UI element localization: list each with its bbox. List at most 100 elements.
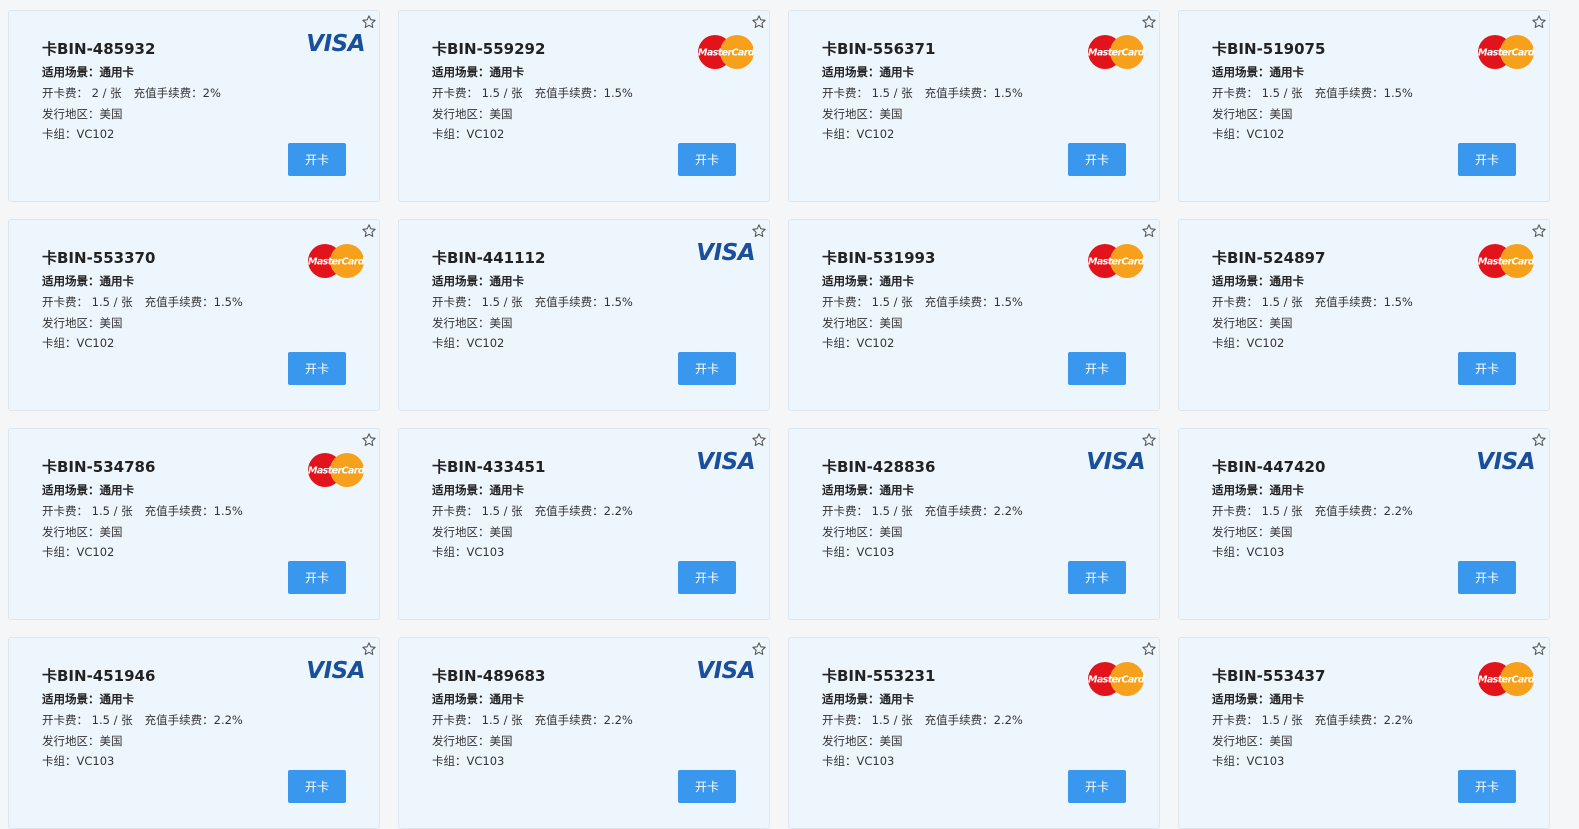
card-bin-item: 卡BIN-553231 MasterCard 适用场景：通用卡 开卡费： 1.5… [788, 637, 1160, 829]
fee-label: 开卡费： [1212, 295, 1258, 309]
region-line: 发行地区：美国 [432, 315, 513, 331]
star-icon[interactable] [751, 432, 767, 448]
star-icon[interactable] [361, 641, 377, 657]
fee-value: 1.5 / 张 [91, 504, 133, 518]
recharge-label: 充值手续费： [1314, 504, 1384, 518]
scene-label: 适用场景： [42, 483, 100, 497]
region-value: 美国 [99, 316, 123, 330]
scene-value: 通用卡 [99, 692, 135, 706]
scene-line: 适用场景：通用卡 [432, 273, 524, 289]
open-card-button[interactable]: 开卡 [1458, 561, 1516, 594]
svg-text:MasterCard: MasterCard [308, 466, 365, 477]
fee-line: 开卡费： 1.5 / 张充值手续费：2.2% [42, 712, 243, 728]
group-label: 卡组： [1212, 545, 1247, 559]
star-icon[interactable] [361, 432, 377, 448]
fee-label: 开卡费： [432, 713, 478, 727]
scene-value: 通用卡 [879, 692, 915, 706]
card-bin-title: 卡BIN-524897 [1212, 249, 1326, 267]
region-line: 发行地区：美国 [822, 524, 903, 540]
scene-label: 适用场景： [432, 483, 490, 497]
group-label: 卡组： [432, 127, 467, 141]
open-card-button[interactable]: 开卡 [678, 561, 736, 594]
region-label: 发行地区： [822, 107, 880, 121]
fee-value: 1.5 / 张 [1261, 295, 1303, 309]
card-bin-title: 卡BIN-451946 [42, 667, 156, 685]
scene-line: 适用场景：通用卡 [822, 273, 914, 289]
recharge-label: 充值手续费： [534, 86, 604, 100]
fee-value: 1.5 / 张 [481, 86, 523, 100]
fee-line: 开卡费： 1.5 / 张充值手续费：2.2% [1212, 712, 1413, 728]
recharge-label: 充值手续费： [534, 504, 604, 518]
open-card-button[interactable]: 开卡 [288, 561, 346, 594]
scene-line: 适用场景：通用卡 [1212, 482, 1304, 498]
open-card-button[interactable]: 开卡 [678, 352, 736, 385]
fee-label: 开卡费： [432, 504, 478, 518]
region-label: 发行地区： [42, 734, 100, 748]
fee-line: 开卡费： 1.5 / 张充值手续费：1.5% [432, 85, 633, 101]
region-label: 发行地区： [1212, 107, 1270, 121]
region-value: 美国 [489, 734, 513, 748]
fee-line: 开卡费： 1.5 / 张充值手续费：1.5% [42, 503, 243, 519]
star-icon[interactable] [1531, 223, 1547, 239]
group-value: VC103 [466, 754, 505, 768]
scene-line: 适用场景：通用卡 [822, 64, 914, 80]
scene-line: 适用场景：通用卡 [432, 691, 524, 707]
group-value: VC103 [466, 545, 505, 559]
scene-value: 通用卡 [489, 692, 525, 706]
open-card-button[interactable]: 开卡 [1068, 143, 1126, 176]
region-label: 发行地区： [42, 525, 100, 539]
open-card-button[interactable]: 开卡 [1068, 770, 1126, 803]
open-card-button[interactable]: 开卡 [678, 143, 736, 176]
star-icon[interactable] [1141, 223, 1157, 239]
open-card-button[interactable]: 开卡 [1458, 352, 1516, 385]
group-value: VC102 [1246, 336, 1285, 350]
group-line: 卡组：VC102 [432, 335, 504, 351]
open-card-button[interactable]: 开卡 [288, 770, 346, 803]
fee-line: 开卡费： 1.5 / 张充值手续费：1.5% [822, 294, 1023, 310]
region-line: 发行地区：美国 [1212, 733, 1293, 749]
group-value: VC103 [76, 754, 115, 768]
star-icon[interactable] [751, 14, 767, 30]
star-icon[interactable] [1141, 432, 1157, 448]
card-bin-title: 卡BIN-485932 [42, 40, 156, 58]
open-card-button[interactable]: 开卡 [288, 143, 346, 176]
card-bin-item: 卡BIN-428836 VISA 适用场景：通用卡 开卡费： 1.5 / 张充值… [788, 428, 1160, 620]
open-card-button[interactable]: 开卡 [1068, 561, 1126, 594]
recharge-value: 1.5% [213, 504, 243, 518]
star-icon[interactable] [361, 14, 377, 30]
recharge-label: 充值手续费： [1314, 86, 1384, 100]
region-value: 美国 [1269, 107, 1293, 121]
card-bin-title: 卡BIN-531993 [822, 249, 936, 267]
mastercard-logo-icon: MasterCard [1478, 35, 1535, 69]
group-label: 卡组： [42, 127, 77, 141]
open-card-button[interactable]: 开卡 [1068, 352, 1126, 385]
group-line: 卡组：VC103 [42, 753, 114, 769]
scene-label: 适用场景： [1212, 65, 1270, 79]
fee-value: 1.5 / 张 [481, 295, 523, 309]
star-icon[interactable] [1141, 641, 1157, 657]
recharge-label: 充值手续费： [144, 713, 214, 727]
star-icon[interactable] [751, 641, 767, 657]
open-card-button[interactable]: 开卡 [678, 770, 736, 803]
fee-label: 开卡费： [822, 713, 868, 727]
fee-label: 开卡费： [42, 86, 88, 100]
open-card-button[interactable]: 开卡 [288, 352, 346, 385]
fee-line: 开卡费： 1.5 / 张充值手续费：1.5% [42, 294, 243, 310]
star-icon[interactable] [361, 223, 377, 239]
region-label: 发行地区： [1212, 734, 1270, 748]
star-icon[interactable] [1531, 641, 1547, 657]
region-line: 发行地区：美国 [42, 315, 123, 331]
region-label: 发行地区： [42, 107, 100, 121]
recharge-value: 1.5% [993, 295, 1023, 309]
card-bin-title: 卡BIN-489683 [432, 667, 546, 685]
star-icon[interactable] [1531, 432, 1547, 448]
group-line: 卡组：VC102 [1212, 126, 1284, 142]
star-icon[interactable] [1141, 14, 1157, 30]
mastercard-logo-icon: MasterCard [1478, 244, 1535, 278]
fee-line: 开卡费： 1.5 / 张充值手续费：2.2% [1212, 503, 1413, 519]
star-icon[interactable] [751, 223, 767, 239]
star-icon[interactable] [1531, 14, 1547, 30]
open-card-button[interactable]: 开卡 [1458, 770, 1516, 803]
open-card-button[interactable]: 开卡 [1458, 143, 1516, 176]
card-bin-item: 卡BIN-451946 VISA 适用场景：通用卡 开卡费： 1.5 / 张充值… [8, 637, 380, 829]
